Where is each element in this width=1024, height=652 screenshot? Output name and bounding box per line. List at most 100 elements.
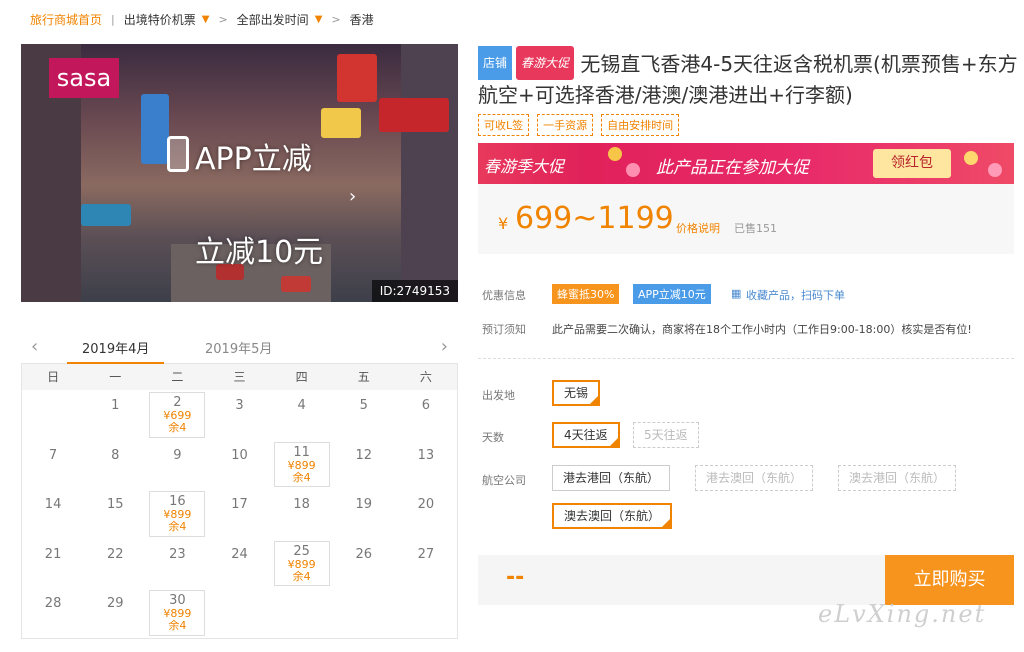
coupon-badge[interactable]: APP立减10元: [633, 284, 711, 304]
calendar-day-remaining: 余4: [168, 520, 187, 533]
shop-sign: [321, 108, 361, 138]
tab-april[interactable]: 2019年4月: [66, 338, 165, 365]
spring-promo-tag: 春游大促: [516, 46, 575, 80]
tab-may[interactable]: 2019年5月: [205, 338, 272, 357]
calendar-day: 21: [22, 539, 84, 589]
airline-option[interactable]: 港去澳回（东航）: [695, 465, 814, 491]
app-promo-heading: APP立减: [195, 142, 312, 177]
collect-link[interactable]: 收藏产品，扫码下单: [746, 287, 845, 303]
feature-chip: 一手资源: [537, 114, 594, 136]
weekday-label: 四: [295, 370, 308, 384]
product-image-carousel[interactable]: sasa APP立减 › 立减10元 ID:2749153: [21, 44, 458, 302]
chevron-right-icon[interactable]: ›: [349, 186, 356, 207]
calendar-day: 12: [333, 440, 395, 490]
calendar-day-number: 24: [231, 546, 248, 562]
chevron-right-icon[interactable]: ›: [441, 336, 448, 357]
calendar-day[interactable]: 2 ¥699 余4: [146, 390, 208, 440]
breadcrumb-level3[interactable]: 全部出发时间: [237, 11, 309, 28]
calendar-day-number: [271, 588, 333, 596]
weekday-label: 日: [47, 370, 60, 384]
total-price: --: [506, 565, 525, 590]
calendar-day-remaining: 余4: [168, 421, 187, 434]
calendar-day-number: 7: [48, 447, 58, 463]
calendar-empty-cell: [208, 588, 270, 638]
airline-option[interactable]: 澳去港回（东航）: [838, 465, 957, 491]
days-option-5[interactable]: 5天往返: [633, 422, 699, 448]
caret-down-icon[interactable]: ▼: [315, 14, 323, 25]
red-packet-button[interactable]: 领红包: [873, 149, 951, 178]
airline-option-selected[interactable]: 澳去澳回（东航）: [552, 503, 673, 529]
calendar-day-price: ¥899: [287, 458, 316, 472]
calendar-day-number: 22: [106, 546, 124, 562]
calendar-day: 8: [84, 440, 146, 490]
departure-option[interactable]: 无锡: [552, 380, 601, 406]
offers-label: 优惠信息: [482, 289, 526, 302]
calendar-day-number: 23: [169, 546, 186, 562]
calendar-day-remaining: 余4: [292, 470, 311, 484]
calendar-day: 10: [208, 440, 270, 490]
store-sign-logo: sasa: [49, 58, 119, 98]
calendar-day-number: 4: [297, 398, 306, 413]
departure-label: 出发地: [482, 389, 515, 402]
calendar-day-number: 15: [106, 497, 124, 512]
calendar-day-number: 28: [44, 596, 62, 611]
weekday-label: 一: [109, 370, 122, 384]
calendar-day-number: [395, 588, 457, 596]
flower-icon: [964, 151, 978, 165]
calendar-empty-cell: [271, 588, 333, 638]
flower-icon: [608, 147, 622, 161]
airline-option[interactable]: 港去港回（东航）: [552, 465, 671, 491]
coupon-badge[interactable]: 蜂蜜抵30%: [552, 284, 620, 304]
sold-count: 已售151: [734, 222, 777, 235]
shop-sign: [379, 98, 449, 132]
caret-down-icon[interactable]: ▼: [202, 14, 210, 25]
breadcrumb-home[interactable]: 旅行商城首页: [30, 11, 102, 28]
calendar-day-number: 10: [231, 447, 248, 463]
weekday-label: 六: [419, 370, 432, 384]
calendar-day-number: 17: [231, 497, 248, 512]
buy-now-button[interactable]: 立即购买: [885, 555, 1014, 605]
calendar-day: 24: [208, 539, 270, 589]
calendar-empty-cell: [333, 588, 395, 638]
calendar-grid: 日 一 二 三 四 五 六 1 2 ¥699 余4 3 4 5 6 7 8 9 10 11 ¥899 余4 1…: [21, 364, 458, 639]
calendar-day: 5: [333, 390, 395, 440]
banner-left-text: 春游季大促: [484, 157, 565, 176]
feature-chip: 可收L签: [478, 114, 530, 136]
calendar-day: 6: [395, 390, 457, 440]
calendar-day-number: 18: [293, 497, 310, 512]
calendar-day[interactable]: 11 ¥899 余4: [271, 440, 333, 490]
calendar-day-number: 19: [355, 497, 373, 512]
shop-sign: [81, 204, 131, 226]
calendar-day-number: 9: [173, 447, 182, 463]
flower-icon: [988, 163, 1002, 177]
calendar-day-number: 16: [169, 494, 186, 509]
airline-label: 航空公司: [482, 474, 526, 487]
calendar-day: 28: [22, 588, 84, 638]
calendar-day: 15: [84, 489, 146, 539]
app-promo-discount: 立减10元: [195, 235, 324, 270]
phone-icon: [167, 136, 189, 172]
weekday-label: 二: [171, 370, 184, 384]
calendar-day[interactable]: 30 ¥899 余4: [146, 588, 208, 638]
calendar-day-number: 11: [293, 444, 310, 460]
price-note-link[interactable]: 价格说明: [676, 220, 720, 236]
breadcrumb-arrow-icon: >: [218, 12, 228, 26]
calendar-day: 9: [146, 440, 208, 490]
calendar-day-remaining: 余4: [168, 619, 187, 632]
weekday-header: 日 一 二 三 四 五 六: [22, 364, 457, 390]
feature-chips: 可收L签 一手资源 自由安排时间: [478, 114, 680, 136]
calendar-day[interactable]: 16 ¥899 余4: [146, 489, 208, 539]
promo-banner[interactable]: 春游季大促 此产品正在参加大促 领红包: [478, 143, 1014, 184]
qr-code-icon[interactable]: ▦: [731, 287, 741, 300]
shop-sign: [141, 94, 169, 164]
calendar-day-number: 14: [44, 497, 62, 512]
breadcrumb-level2[interactable]: 出境特价机票: [124, 11, 196, 28]
chevron-left-icon[interactable]: ‹: [31, 336, 38, 357]
calendar-day[interactable]: 25 ¥899 余4: [271, 539, 333, 589]
booking-notice: 此产品需要二次确认，商家将在18个工作小时内（工作日9:00-18:00）核实是…: [552, 323, 972, 336]
shop-tag: 店铺: [478, 46, 513, 80]
calendar-day-price: ¥899: [287, 557, 316, 571]
breadcrumb-separator: |: [111, 12, 115, 26]
calendar-day: 13: [395, 440, 457, 490]
days-option-4[interactable]: 4天往返: [552, 422, 620, 448]
